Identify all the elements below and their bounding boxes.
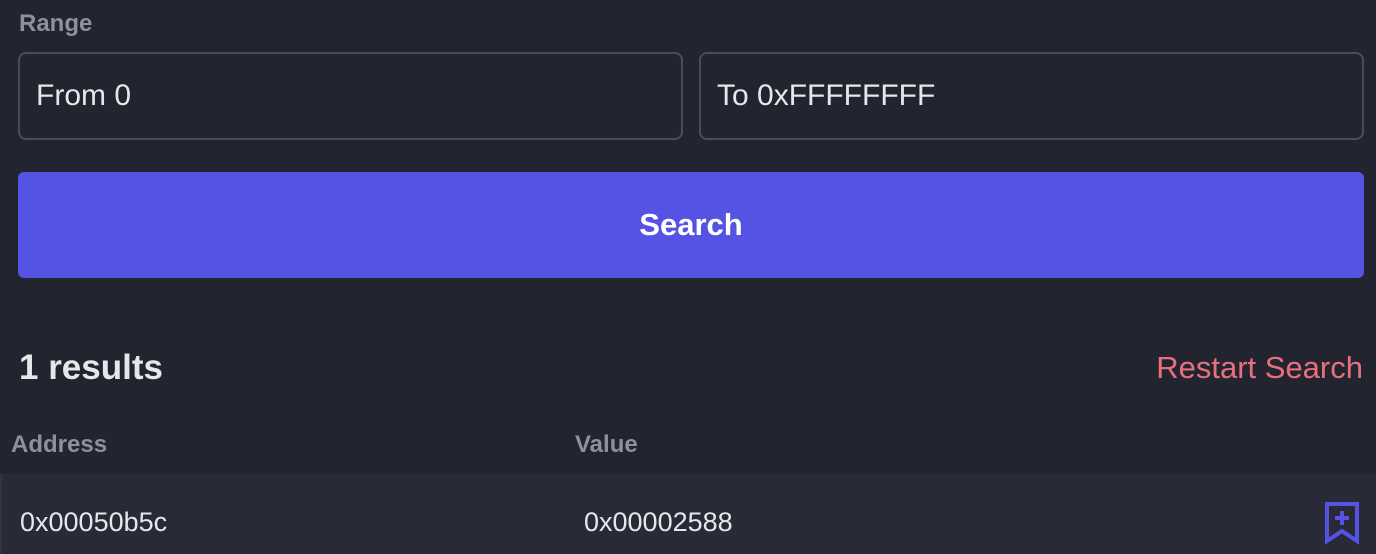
address-column-header: Address — [11, 431, 108, 458]
table-row: 0x00050b5c 0x00002588 — [0, 474, 1376, 554]
search-button[interactable]: Search — [18, 172, 1364, 278]
row-address: 0x00050b5c — [20, 507, 168, 537]
range-to-input[interactable] — [699, 52, 1364, 140]
range-from-input[interactable] — [18, 52, 683, 140]
value-column-header: Value — [575, 431, 638, 458]
results-table-header: Address Value — [0, 428, 1376, 472]
restart-search-link[interactable]: Restart Search — [1156, 350, 1363, 386]
row-value: 0x00002588 — [584, 507, 733, 537]
bookmark-add-icon[interactable] — [1324, 501, 1360, 545]
results-count: 1 results — [19, 348, 163, 387]
memory-search-panel: Range Search 1 results Restart Search Ad… — [0, 0, 1376, 554]
range-label: Range — [19, 10, 93, 37]
